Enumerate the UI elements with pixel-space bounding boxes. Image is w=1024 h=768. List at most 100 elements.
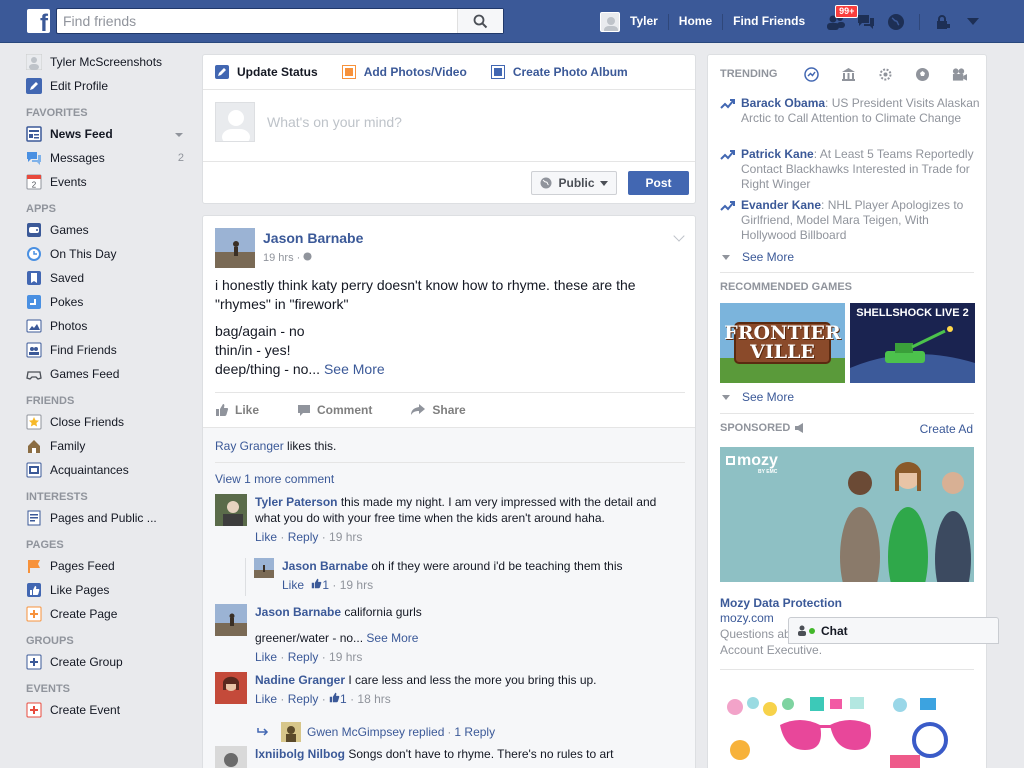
post-timestamp[interactable]: 19 hrs ·	[263, 252, 312, 264]
sidebar-item-label: Find Friends	[50, 343, 117, 357]
view-more-comments[interactable]: View 1 more comment	[215, 472, 334, 486]
post-author[interactable]: Jason Barnabe	[263, 230, 363, 246]
sidebar-item-messages[interactable]: Messages 2	[26, 146, 191, 170]
avatar[interactable]	[215, 672, 247, 704]
sidebar-item-news-feed[interactable]: News Feed	[26, 122, 191, 146]
games-see-more[interactable]: See More	[722, 390, 794, 404]
see-more-link[interactable]: See More	[366, 631, 418, 645]
sidebar-item-close-friends[interactable]: Close Friends	[26, 410, 191, 434]
account-menu[interactable]	[958, 0, 988, 43]
sidebar-item-photos[interactable]: Photos	[26, 314, 191, 338]
comment-time[interactable]: 18 hrs	[357, 692, 390, 706]
profile-link[interactable]: Tyler	[620, 0, 668, 43]
ad-image[interactable]: mozy BY EMC	[720, 447, 974, 582]
avatar[interactable]	[215, 604, 247, 636]
like-count[interactable]: 1	[322, 578, 329, 592]
sidebar-item-saved[interactable]: Saved	[26, 266, 191, 290]
trending-item[interactable]: Barack Obama: US President Visits Alaska…	[720, 96, 980, 126]
sidebar-item-games[interactable]: Games	[26, 218, 191, 242]
trending-item[interactable]: Evander Kane: NHL Player Apologizes to G…	[720, 198, 980, 243]
trending-topic[interactable]: Evander Kane	[741, 198, 821, 212]
replies-summary[interactable]: Gwen McGimpsey replied · 1 Reply	[257, 722, 495, 742]
sidebar-item-pages-feed[interactable]: Pages Feed	[26, 554, 191, 578]
tab-update-status[interactable]: Update Status	[215, 65, 318, 79]
trending-tab-entertainment[interactable]	[952, 67, 967, 82]
composer-body[interactable]: What's on your mind?	[203, 90, 695, 162]
comment-like-link[interactable]: Like	[255, 530, 277, 544]
comment-time[interactable]: 19 hrs	[340, 578, 373, 592]
avatar[interactable]	[254, 558, 274, 578]
game-tile-frontierville[interactable]: FRONTIER VILLE	[720, 303, 845, 383]
comment-author[interactable]: Nadine Granger	[255, 673, 345, 687]
post-button[interactable]: Post	[628, 171, 689, 195]
sidebar-item-pages-public[interactable]: Pages and Public ...	[26, 506, 191, 530]
comment-reply-link[interactable]: Reply	[288, 530, 319, 544]
trending-tab-top[interactable]	[804, 67, 819, 82]
sidebar-item-pokes[interactable]: Pokes	[26, 290, 191, 314]
comment-like-link[interactable]: Like	[282, 578, 304, 592]
ad-title[interactable]: Mozy Data Protection	[720, 596, 842, 610]
notifications-jewel[interactable]	[881, 0, 911, 43]
sidebar-item-create-group[interactable]: Create Group	[26, 650, 191, 674]
avatar[interactable]	[215, 228, 255, 268]
avatar[interactable]	[215, 494, 247, 526]
privacy-selector[interactable]: Public	[531, 171, 617, 195]
sidebar-item-find-friends[interactable]: Find Friends	[26, 338, 191, 362]
privacy-shortcuts[interactable]	[928, 0, 958, 43]
replied-by[interactable]: Gwen McGimpsey replied	[307, 725, 444, 739]
home-link[interactable]: Home	[669, 0, 722, 43]
share-button[interactable]: Share	[410, 403, 466, 417]
user-avatar[interactable]	[600, 11, 620, 32]
sidebar-item-acquaintances[interactable]: Acquaintances	[26, 458, 191, 482]
chevron-down-icon[interactable]	[175, 133, 183, 137]
game-tile-shellshock[interactable]: SHELLSHOCK LIVE 2	[850, 303, 975, 383]
see-more-link[interactable]: See More	[324, 361, 385, 377]
trending-see-more[interactable]: See More	[722, 250, 794, 264]
sidebar-item-games-feed[interactable]: Games Feed	[26, 362, 191, 386]
comment-author[interactable]: lxniibolg Nilbog	[255, 747, 345, 761]
sidebar-edit-profile[interactable]: Edit Profile	[26, 74, 191, 98]
sidebar-item-events[interactable]: 2 Events	[26, 170, 191, 194]
comment-author[interactable]: Tyler Paterson	[255, 495, 337, 509]
chevron-down-icon[interactable]	[673, 230, 685, 242]
avatar[interactable]	[215, 746, 247, 768]
reply-count[interactable]: 1 Reply	[454, 725, 495, 739]
trending-tab-politics[interactable]	[841, 67, 856, 82]
comment-like-link[interactable]: Like	[255, 650, 277, 664]
create-ad-link[interactable]: Create Ad	[920, 422, 973, 436]
comment-time[interactable]: 19 hrs	[329, 530, 362, 544]
sidebar-item-create-event[interactable]: Create Event	[26, 698, 191, 722]
find-friends-link[interactable]: Find Friends	[723, 0, 815, 43]
comment-time[interactable]: 19 hrs	[329, 650, 362, 664]
trending-tab-sports[interactable]	[915, 67, 930, 82]
chat-bar[interactable]: Chat	[788, 617, 999, 644]
comment-reply-link[interactable]: Reply	[288, 692, 319, 706]
tab-create-album[interactable]: Create Photo Album	[490, 65, 628, 79]
sidebar-item-create-page[interactable]: Create Page	[26, 602, 191, 626]
sidebar-item-like-pages[interactable]: Like Pages	[26, 578, 191, 602]
trending-tab-science[interactable]	[878, 67, 893, 82]
trending-item[interactable]: Patrick Kane: At Least 5 Teams Reportedl…	[720, 147, 980, 192]
sidebar-item-on-this-day[interactable]: On This Day	[26, 242, 191, 266]
messages-jewel[interactable]	[851, 0, 881, 43]
comment-like-link[interactable]: Like	[255, 692, 277, 706]
trending-topic[interactable]: Barack Obama	[741, 96, 825, 110]
ad-url[interactable]: mozy.com	[720, 611, 774, 625]
sidebar-profile[interactable]: Tyler McScreenshots	[26, 50, 191, 74]
friend-requests-jewel[interactable]: 99+	[821, 0, 859, 43]
search-button[interactable]	[457, 9, 503, 33]
search-input[interactable]	[57, 9, 457, 33]
tab-add-photos[interactable]: Add Photos/Video	[341, 65, 467, 79]
sidebar-item-family[interactable]: Family	[26, 434, 191, 458]
comment-reply-link[interactable]: Reply	[288, 650, 319, 664]
liker-link[interactable]: Ray Granger	[215, 439, 284, 453]
comment-author[interactable]: Jason Barnabe	[255, 605, 341, 619]
ad-image-2[interactable]	[720, 695, 974, 768]
trending-topic[interactable]: Patrick Kane	[741, 147, 814, 161]
comment-author[interactable]: Jason Barnabe	[282, 559, 368, 573]
like-button[interactable]: Like	[215, 403, 259, 417]
facebook-logo[interactable]: f	[27, 9, 50, 36]
comment-button[interactable]: Comment	[297, 403, 372, 417]
like-count[interactable]: 1	[340, 692, 347, 706]
status-placeholder[interactable]: What's on your mind?	[267, 114, 402, 130]
